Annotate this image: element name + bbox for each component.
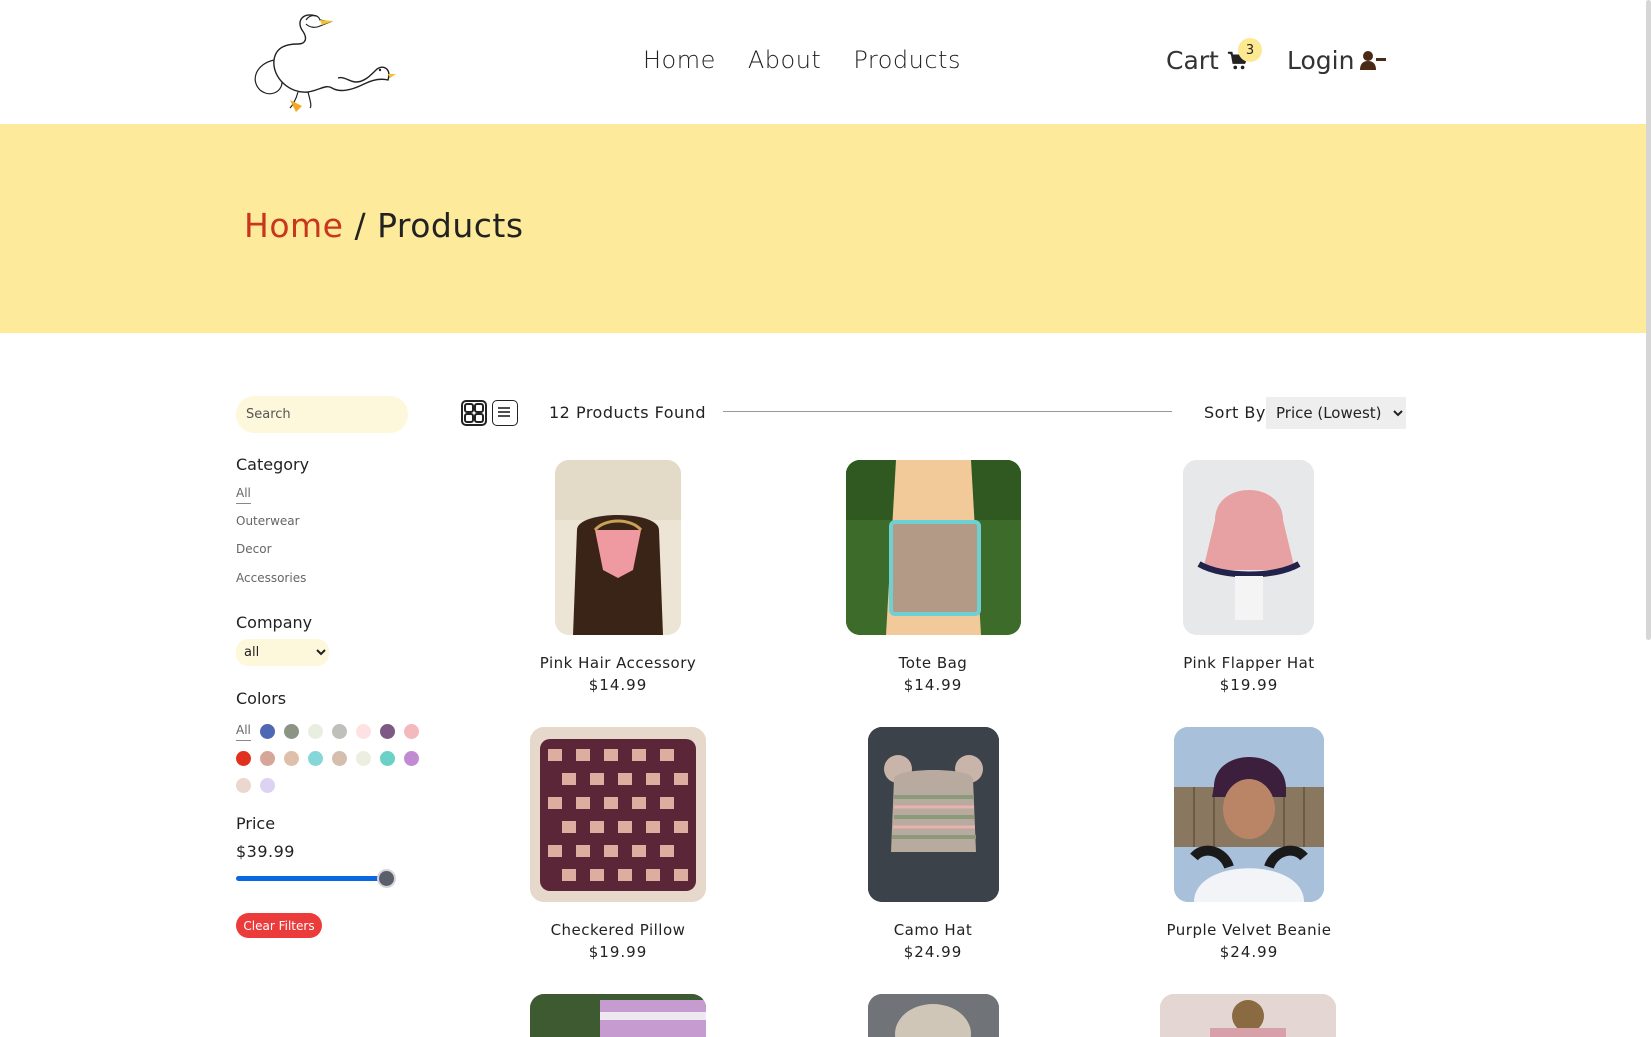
user-minus-icon (1360, 50, 1387, 70)
product-name[interactable]: Purple Velvet Beanie (1099, 921, 1399, 939)
clear-filters-button[interactable]: Clear Filters (236, 913, 322, 938)
price-value: $39.99 (236, 842, 295, 861)
login-button[interactable]: Login (1287, 46, 1387, 75)
product-photo (1174, 727, 1324, 902)
breadcrumb-banner: Home / Products (0, 124, 1646, 333)
color-swatch[interactable] (404, 751, 419, 766)
company-title: Company (236, 613, 313, 632)
price-slider-thumb[interactable] (377, 869, 396, 888)
product-image[interactable] (1183, 460, 1314, 635)
product-name[interactable]: Pink Hair Accessory (468, 654, 768, 672)
category-accessories[interactable]: Accessories (236, 571, 306, 585)
category-decor[interactable]: Decor (236, 542, 272, 556)
toolbar-divider (723, 411, 1172, 412)
product-name[interactable]: Tote Bag (783, 654, 1083, 672)
product-image[interactable] (1160, 994, 1336, 1037)
product-image[interactable] (530, 994, 706, 1037)
color-swatch[interactable] (404, 724, 419, 739)
category-outerwear[interactable]: Outerwear (236, 514, 300, 528)
site-header: Home About Products Cart 3 Login (0, 0, 1651, 124)
list-icon (498, 407, 510, 417)
product-image[interactable] (530, 727, 706, 902)
color-swatch[interactable] (380, 751, 395, 766)
color-swatch[interactable] (236, 778, 251, 793)
product-price: $19.99 (588, 943, 648, 961)
product-photo (1160, 994, 1336, 1037)
search-input[interactable] (236, 396, 408, 433)
product-image[interactable] (846, 460, 1021, 635)
color-swatch[interactable] (308, 751, 323, 766)
product-price: $19.99 (1219, 676, 1279, 694)
product-image[interactable] (868, 994, 999, 1037)
duck-logo[interactable] (246, 8, 406, 112)
product-photo (868, 994, 999, 1037)
sort-label: Sort By (1204, 403, 1266, 422)
product-photo (1183, 460, 1314, 635)
category-title: Category (236, 455, 310, 474)
color-swatch[interactable] (332, 724, 347, 739)
breadcrumb-home-link[interactable]: Home (244, 206, 343, 245)
color-all[interactable]: All (236, 723, 251, 741)
price-title: Price (236, 814, 276, 833)
color-swatch[interactable] (260, 751, 275, 766)
list-view-button[interactable] (492, 400, 518, 426)
cart-label: Cart (1166, 46, 1219, 75)
color-swatch[interactable] (356, 724, 371, 739)
product-image[interactable] (868, 727, 999, 902)
product-photo (530, 727, 706, 902)
login-label: Login (1287, 46, 1355, 75)
grid-view-button[interactable] (461, 400, 487, 426)
category-all[interactable]: All (236, 486, 251, 504)
color-swatch[interactable] (308, 724, 323, 739)
cart-button[interactable]: Cart (1166, 46, 1249, 75)
products-found-count: 12 Products Found (549, 403, 706, 422)
product-photo (868, 727, 999, 902)
product-name[interactable]: Pink Flapper Hat (1099, 654, 1399, 672)
product-name[interactable]: Camo Hat (783, 921, 1083, 939)
price-slider-track[interactable] (236, 876, 386, 881)
product-photo (530, 994, 706, 1037)
product-image[interactable] (1174, 727, 1324, 902)
color-swatch[interactable] (332, 751, 347, 766)
product-price: $14.99 (588, 676, 648, 694)
sort-select[interactable]: Price (Lowest) (1266, 397, 1406, 429)
color-swatch[interactable] (236, 751, 251, 766)
nav-products[interactable]: Products (853, 46, 961, 74)
breadcrumb-separator: / (354, 206, 367, 245)
product-name[interactable]: Checkered Pillow (468, 921, 768, 939)
colors-title: Colors (236, 689, 287, 708)
product-photo (555, 460, 681, 635)
product-image[interactable] (555, 460, 681, 635)
breadcrumb: Home / Products (244, 206, 524, 245)
grid-icon (464, 403, 484, 423)
main-nav: Home About Products (643, 46, 961, 74)
company-select[interactable]: all (236, 639, 329, 666)
product-photo (846, 460, 1021, 635)
product-price: $24.99 (1219, 943, 1279, 961)
nav-home[interactable]: Home (643, 46, 716, 74)
color-swatch[interactable] (380, 724, 395, 739)
product-price: $24.99 (903, 943, 963, 961)
color-swatch[interactable] (260, 724, 275, 739)
nav-about[interactable]: About (748, 46, 821, 74)
color-swatch[interactable] (260, 778, 275, 793)
color-swatch[interactable] (356, 751, 371, 766)
breadcrumb-current: Products (377, 206, 524, 245)
cart-count-badge: 3 (1238, 38, 1262, 62)
product-price: $14.99 (903, 676, 963, 694)
page-scrollbar[interactable] (1646, 0, 1651, 640)
color-swatch[interactable] (284, 751, 299, 766)
color-swatch[interactable] (284, 724, 299, 739)
